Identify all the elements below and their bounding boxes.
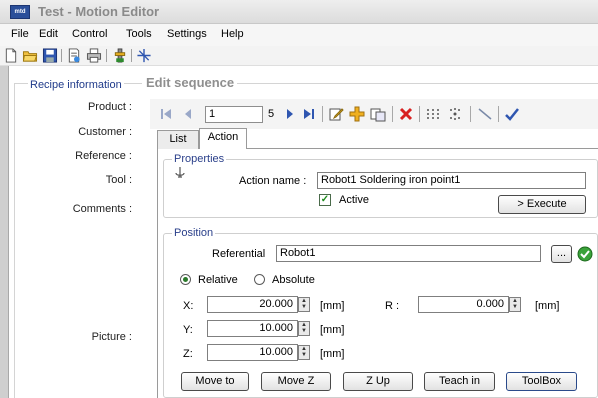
r-spinner[interactable]: ▲ ▼ <box>509 297 521 312</box>
open-folder-icon[interactable] <box>22 48 38 63</box>
menu-control[interactable]: Control <box>72 28 107 40</box>
add-record-icon[interactable] <box>349 106 365 122</box>
comments-label: Comments : <box>72 203 132 215</box>
new-file-icon[interactable] <box>3 48 19 63</box>
menu-bar: File Edit Control Tools Settings Help <box>0 24 598 46</box>
status-ok-icon <box>577 246 593 262</box>
move-z-button[interactable]: Move Z <box>261 372 331 391</box>
r-label: R : <box>385 300 400 312</box>
y-label: Y: <box>183 324 193 336</box>
menu-help[interactable]: Help <box>221 28 244 40</box>
confirm-check-icon[interactable] <box>504 106 520 122</box>
grid-points-icon[interactable] <box>425 106 441 122</box>
nav-separator <box>498 106 499 122</box>
action-name-label: Action name : <box>239 175 307 187</box>
relative-label: Relative <box>198 274 238 286</box>
browse-referential-button[interactable]: ... <box>551 245 572 263</box>
active-checkbox[interactable]: ✓ <box>319 194 331 206</box>
referential-input[interactable]: Robot1 <box>276 245 541 262</box>
next-record-icon[interactable] <box>282 106 298 122</box>
properties-icon[interactable] <box>66 48 82 63</box>
z-label: Z: <box>183 348 193 360</box>
menu-settings[interactable]: Settings <box>167 28 207 40</box>
print-icon[interactable] <box>86 48 102 63</box>
window-title: Test - Motion Editor <box>38 4 160 19</box>
menu-tools[interactable]: Tools <box>126 28 152 40</box>
pattern-points-icon[interactable] <box>447 106 463 122</box>
z-unit: [mm] <box>320 348 345 360</box>
save-icon[interactable] <box>42 48 58 63</box>
axes-icon[interactable] <box>136 48 152 63</box>
toolbar-separator <box>131 49 132 62</box>
title-bar: mtd Test - Motion Editor <box>0 0 598 24</box>
absolute-label: Absolute <box>272 274 315 286</box>
y-spinner[interactable]: ▲ ▼ <box>298 321 310 336</box>
nav-separator <box>322 106 323 122</box>
r-value-input[interactable]: 0.000 <box>418 296 509 313</box>
anchor-icon <box>175 167 185 178</box>
properties-legend: Properties <box>172 153 227 165</box>
toolbar-separator <box>61 49 62 62</box>
tool-label: Tool : <box>105 174 132 186</box>
r-unit: [mm] <box>535 300 560 312</box>
delete-record-icon[interactable] <box>398 106 414 122</box>
z-spinner[interactable]: ▲ ▼ <box>298 345 310 360</box>
action-name-input[interactable]: Robot1 Soldering iron point1 <box>317 172 586 189</box>
copy-record-icon[interactable] <box>370 106 386 122</box>
first-record-icon[interactable] <box>158 106 174 122</box>
y-value-input[interactable]: 10.000 <box>207 320 298 337</box>
last-record-icon[interactable] <box>301 106 317 122</box>
menu-edit[interactable]: Edit <box>39 28 58 40</box>
customer-label: Customer : <box>78 126 132 138</box>
move-to-button[interactable]: Move to <box>181 372 249 391</box>
previous-record-icon[interactable] <box>180 106 196 122</box>
referential-label: Referential <box>212 248 266 260</box>
edit-sequence-legend: Edit sequence <box>146 75 235 90</box>
tab-action[interactable]: Action <box>199 128 247 149</box>
main-toolbar <box>0 46 598 66</box>
x-label: X: <box>183 300 194 312</box>
position-legend: Position <box>172 227 216 239</box>
toolbar-separator <box>106 49 107 62</box>
tab-list[interactable]: List <box>157 130 199 149</box>
absolute-radio[interactable] <box>254 274 265 285</box>
y-unit: [mm] <box>320 324 345 336</box>
z-value-input[interactable]: 10.000 <box>207 344 298 361</box>
relative-radio[interactable] <box>180 274 191 285</box>
record-total: 5 <box>268 108 275 120</box>
menu-file[interactable]: File <box>11 28 29 40</box>
z-up-button[interactable]: Z Up <box>343 372 413 391</box>
edit-sequence-divider <box>237 83 598 84</box>
product-label: Product : <box>87 101 132 113</box>
nav-separator <box>419 106 420 122</box>
nav-separator <box>392 106 393 122</box>
nav-separator <box>470 106 471 122</box>
active-label: Active <box>339 194 369 206</box>
execute-button[interactable]: > Execute <box>498 195 586 214</box>
app-icon: mtd <box>10 5 30 19</box>
line-path-icon[interactable] <box>477 106 493 122</box>
teach-in-button[interactable]: Teach in <box>424 372 495 391</box>
robot-icon[interactable] <box>112 48 128 63</box>
picture-label: Picture : <box>91 331 132 343</box>
x-value-input[interactable]: 20.000 <box>207 296 298 313</box>
reference-label: Reference : <box>75 150 132 162</box>
edit-record-icon[interactable] <box>328 106 344 122</box>
toolbox-button[interactable]: ToolBox <box>506 372 577 391</box>
left-panel-edge <box>0 66 9 398</box>
x-spinner[interactable]: ▲ ▼ <box>298 297 310 312</box>
x-unit: [mm] <box>320 300 345 312</box>
record-number-input[interactable]: 1 <box>205 106 263 123</box>
recipe-information-legend: Recipe information <box>28 79 124 91</box>
